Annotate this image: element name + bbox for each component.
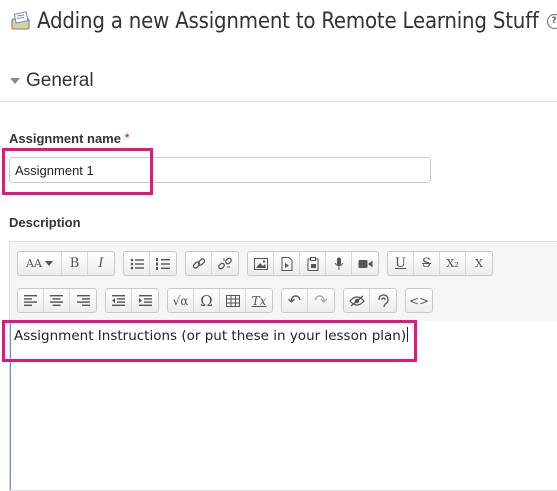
unlink-icon[interactable] — [212, 252, 238, 275]
description-content-area[interactable]: Assignment Instructions (or put these in… — [10, 321, 557, 490]
toolbar-group-align — [17, 288, 97, 313]
outdent-icon[interactable] — [106, 289, 132, 312]
record-audio-icon[interactable] — [326, 252, 352, 275]
assignment-name-label-text: Assignment name — [9, 131, 121, 146]
italic-glyph: I — [98, 256, 104, 271]
bullet-list-icon[interactable] — [124, 252, 150, 275]
toolbar-group-font: AA B I — [17, 251, 115, 276]
assignment-name-label: Assignment name * — [9, 131, 129, 146]
italic-icon[interactable]: I — [88, 252, 114, 275]
align-center-icon[interactable] — [44, 289, 70, 312]
toolbar-group-lists — [123, 251, 177, 276]
underline-glyph: U — [395, 256, 406, 271]
strike-glyph: S — [422, 256, 431, 271]
subscript-icon[interactable]: X₂ — [440, 252, 466, 275]
undo-glyph: ↶ — [287, 291, 302, 310]
html-glyph: <> — [408, 293, 430, 308]
bold-icon[interactable]: B — [62, 252, 88, 275]
description-text-content: Assignment Instructions (or put these in… — [14, 328, 407, 344]
toolbar-group-links — [185, 251, 239, 276]
toolbar-group-accessibility — [343, 288, 397, 313]
superscript-glyph: X — [475, 257, 483, 270]
media-icon[interactable] — [274, 252, 300, 275]
clear-formatting-icon[interactable]: Tx — [246, 289, 272, 312]
clear-glyph: Tx — [251, 293, 267, 308]
text-cursor — [407, 327, 409, 342]
html-icon[interactable]: <> — [406, 289, 432, 312]
align-left-icon[interactable] — [18, 289, 44, 312]
image-icon[interactable] — [248, 252, 274, 275]
underline-icon[interactable]: U — [388, 252, 414, 275]
collapse-caret-icon — [10, 78, 20, 84]
toolbar-group-html: <> — [405, 288, 433, 313]
toolbar-row-1: AA B I U S X₂ X — [17, 251, 501, 276]
help-icon[interactable]: ? — [546, 13, 557, 29]
required-icon: * — [124, 132, 130, 144]
omega-glyph: Ω — [200, 291, 213, 310]
numbered-list-icon[interactable] — [150, 252, 176, 275]
section-title: General — [26, 70, 94, 91]
font-size-glyph: AA — [26, 257, 42, 270]
table-icon[interactable] — [220, 289, 246, 312]
toolbar-group-media — [247, 251, 379, 276]
toolbar-group-indent — [105, 288, 159, 313]
strikethrough-icon[interactable]: S — [414, 252, 440, 275]
bold-glyph: B — [69, 256, 80, 271]
link-icon[interactable] — [186, 252, 212, 275]
record-video-icon[interactable] — [352, 252, 378, 275]
redo-icon[interactable]: ↷ — [308, 289, 334, 312]
page-header: Adding a new Assignment to Remote Learni… — [10, 4, 557, 38]
subscript-glyph: X₂ — [446, 257, 459, 270]
superscript-icon[interactable]: X — [466, 252, 492, 275]
description-editor: AA B I U S X₂ X √α Ω Tx ↶ ↷ <> Assignmen… — [9, 241, 557, 491]
assignment-name-input[interactable] — [9, 157, 431, 183]
general-section-toggle[interactable]: General — [10, 70, 94, 92]
screenreader-helper-icon[interactable] — [370, 289, 396, 312]
toolbar-group-history: ↶ ↷ — [281, 288, 335, 313]
accessibility-checker-icon[interactable] — [344, 289, 370, 312]
description-text[interactable]: Assignment Instructions (or put these in… — [14, 327, 409, 344]
toolbar-group-insert: √α Ω Tx — [167, 288, 273, 313]
toolbar-group-text-style: U S X₂ X — [387, 251, 493, 276]
equation-glyph: √α — [172, 293, 189, 308]
manage-files-icon[interactable] — [300, 252, 326, 275]
section-divider — [0, 101, 557, 102]
font-size-icon[interactable]: AA — [18, 252, 62, 275]
align-right-icon[interactable] — [70, 289, 96, 312]
indent-icon[interactable] — [132, 289, 158, 312]
special-character-icon[interactable]: Ω — [194, 289, 220, 312]
toolbar-row-2: √α Ω Tx ↶ ↷ <> — [17, 288, 441, 313]
page-title: Adding a new Assignment to Remote Learni… — [37, 8, 539, 34]
description-label: Description — [9, 215, 81, 230]
redo-glyph: ↷ — [314, 291, 328, 310]
assignment-icon — [10, 11, 32, 31]
equation-icon[interactable]: √α — [168, 289, 194, 312]
undo-icon[interactable]: ↶ — [282, 289, 308, 312]
